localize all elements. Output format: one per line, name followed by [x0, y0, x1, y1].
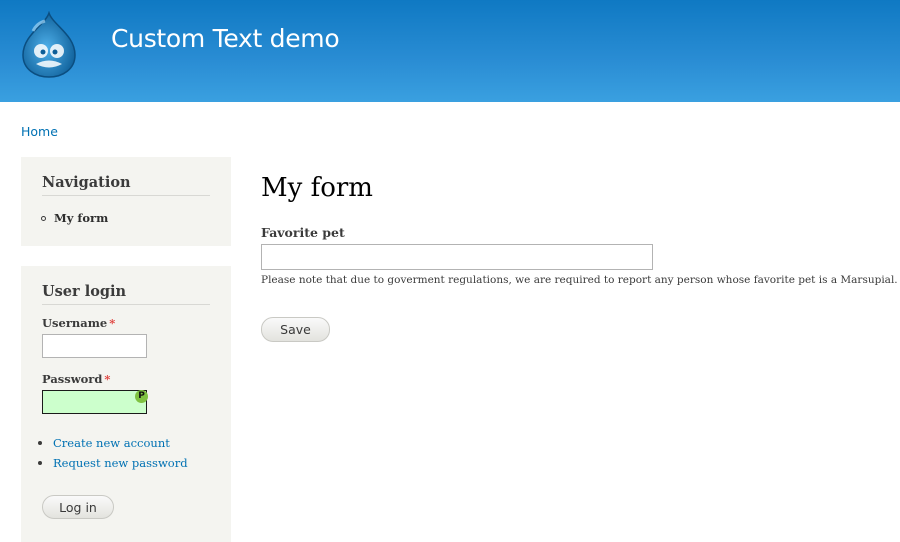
username-label: Username *	[42, 316, 116, 330]
site-header: Custom Text demo	[0, 0, 900, 102]
list-item: Request new password	[38, 453, 188, 473]
password-manager-icon[interactable]: P	[135, 390, 148, 403]
login-button[interactable]: Log in	[42, 495, 114, 519]
login-links-list: Create new account Request new password	[38, 433, 188, 473]
password-label: Password *	[42, 372, 111, 386]
page-title: My form	[261, 173, 373, 203]
circle-bullet-icon	[41, 215, 46, 221]
bullet-icon	[38, 441, 42, 445]
site-name-link[interactable]: Custom Text demo	[111, 24, 340, 53]
favorite-pet-input[interactable]	[261, 244, 653, 270]
nav-item-my-form[interactable]: My form	[41, 211, 108, 225]
password-input[interactable]	[42, 390, 147, 414]
request-password-link[interactable]: Request new password	[53, 456, 188, 470]
favorite-pet-label: Favorite pet	[261, 225, 345, 240]
save-button[interactable]: Save	[261, 317, 330, 342]
nav-item-label: My form	[54, 211, 109, 225]
username-input[interactable]	[42, 334, 147, 358]
drupal-drop-icon[interactable]	[19, 11, 79, 79]
required-marker: *	[104, 372, 111, 386]
required-marker: *	[109, 316, 116, 330]
favorite-pet-description: Please note that due to goverment regula…	[261, 274, 898, 286]
navigation-title: Navigation	[42, 174, 210, 196]
navigation-block: Navigation My form	[21, 157, 231, 246]
create-account-link[interactable]: Create new account	[53, 436, 170, 450]
user-login-title: User login	[42, 283, 210, 305]
user-login-block: User login Username * Password * P Create …	[21, 266, 231, 542]
list-item: Create new account	[38, 433, 188, 453]
breadcrumb-home-link[interactable]: Home	[21, 124, 58, 139]
bullet-icon	[38, 461, 42, 465]
